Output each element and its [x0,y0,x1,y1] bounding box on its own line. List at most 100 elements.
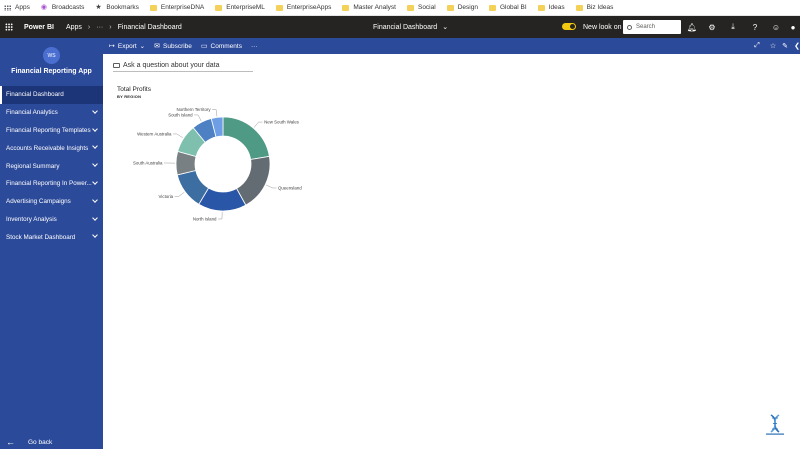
bookmark-label: EnterpriseApps [286,4,332,11]
folder-icon [342,4,350,11]
leader-line [174,192,185,197]
bookmark-label: Apps [15,4,30,11]
app-sidebar: WS Financial Reporting App Financial Das… [0,38,103,449]
sidebar-nav-item[interactable]: Financial Reporting Templates [0,122,103,140]
sidebar-nav-item[interactable]: Financial Dashboard [0,86,103,104]
folder-icon [488,4,496,11]
subscribe-button[interactable]: ✉ Subscribe [154,42,192,51]
download-icon[interactable]: ⤓ [726,16,740,38]
enterprise-dna-logo [766,414,784,435]
folder-icon [575,4,583,11]
bookmark-item[interactable]: Apps [4,4,30,11]
bookmark-label: Master Analyst [353,4,396,11]
export-icon: ↦ [109,43,115,50]
sidebar-nav-item[interactable]: Stock Market Dashboard [0,228,103,246]
sidebar-nav: Financial Dashboard Financial Analytics Fi… [0,86,103,246]
favorite-star-icon[interactable]: ☆ [767,38,779,54]
search-input[interactable]: Search [623,20,681,34]
feedback-icon[interactable]: ☺ [769,16,783,38]
slice-label: South Australia [133,161,163,166]
chevron-down-icon[interactable] [92,107,98,114]
help-icon[interactable]: ? [748,16,762,38]
leader-line [266,184,277,189]
chevron-down-icon[interactable] [92,125,98,132]
chevron-down-icon: ⌄ [442,24,449,31]
folder-icon [537,4,545,11]
export-button[interactable]: ↦ Export ⌄ [109,42,145,51]
expand-icon[interactable]: ⤢ [751,38,763,54]
bookmark-item[interactable]: ◉ Broadcasts [41,4,85,12]
edit-pencil-icon[interactable]: ✎ [779,38,791,54]
leader-line [253,121,263,128]
bookmark-label: Broadcasts [51,4,85,11]
app-name: Financial Reporting App [11,68,92,75]
bookmark-label: Global BI [499,4,527,11]
powerbi-header: Power BI Apps › ··· › Financial Dashboar… [0,16,800,38]
sidebar-nav-item[interactable]: Financial Analytics [0,104,103,122]
collapse-icon[interactable]: ❮ [791,38,800,54]
sidebar-nav-item[interactable]: Regional Summary [0,157,103,175]
donut-chart[interactable]: New South Wales Queensland North Island Vic… [103,54,800,449]
bookmark-item[interactable]: EnterpriseML [215,4,265,11]
chevron-down-icon[interactable] [92,143,98,150]
sidebar-nav-item[interactable]: Accounts Receivable Insights [0,139,103,157]
bookmark-label: Ideas [548,4,565,11]
bookmarks-bar: Apps ◉ Broadcasts ★ Bookmarks EnterpriseDNA En… [0,0,800,16]
go-back-button[interactable]: ← Go back [6,437,52,447]
donut-slice[interactable] [222,116,270,160]
star-icon: ★ [95,3,102,11]
bell-icon[interactable]: 🔔︎ [685,16,699,38]
chevron-right-icon: › [109,23,112,31]
go-back-label: Go back [28,438,53,446]
bookmark-item[interactable]: EnterpriseApps [275,4,332,11]
bookmark-item[interactable]: Social [406,4,436,11]
apps-grid-icon [4,4,11,11]
sidebar-nav-item[interactable]: Financial Reporting In Power... [0,175,103,193]
breadcrumb-current: Financial Dashboard [117,23,182,31]
sidebar-nav-label: Financial Reporting Templates [6,126,91,134]
bookmark-label: Design [457,4,478,11]
chevron-down-icon[interactable] [92,196,98,203]
sidebar-nav-label: Stock Market Dashboard [6,233,76,241]
chevron-down-icon[interactable] [92,214,98,221]
bookmark-item[interactable]: Biz Ideas [575,4,614,11]
new-look-label: New look on [583,23,622,31]
leader-line [172,133,183,138]
bookmark-label: EnterpriseDNA [160,4,205,11]
app-launcher-icon[interactable] [0,16,18,38]
bookmark-item[interactable]: Ideas [537,4,565,11]
sidebar-nav-label: Accounts Receivable Insights [6,144,89,152]
chevron-down-icon[interactable] [92,232,98,239]
bookmark-item[interactable]: Global BI [488,4,527,11]
brand-label[interactable]: Power BI [24,24,54,31]
sidebar-nav-label: Financial Dashboard [6,91,64,99]
sidebar-nav-item[interactable]: Advertising Campaigns [0,193,103,211]
chevron-right-icon: › [87,23,91,31]
bookmark-item[interactable]: EnterpriseDNA [149,4,205,11]
report-title-dropdown[interactable]: Financial Dashboard ⌄ [373,16,448,38]
bookmark-label: Biz Ideas [586,4,614,11]
comments-label: Comments [210,42,242,50]
more-options-button[interactable]: ··· [251,43,258,50]
breadcrumb-apps[interactable]: Apps [66,24,82,31]
bookmark-item[interactable]: Design [446,4,478,11]
account-icon[interactable]: ● [786,16,800,38]
comments-button[interactable]: ▭ Comments [201,42,242,51]
bookmark-label: Social [417,4,436,11]
folder-icon [446,4,454,11]
search-icon [627,24,632,30]
slice-label: Western Australia [137,131,172,136]
gear-icon[interactable]: ⚙ [705,16,719,38]
sidebar-nav-label: Financial Analytics [6,109,58,117]
new-look-toggle[interactable] [562,23,576,30]
bookmark-label: Bookmarks [106,4,139,11]
bookmark-item[interactable]: Master Analyst [342,4,396,11]
sidebar-nav-item[interactable]: Inventory Analysis [0,211,103,229]
chevron-down-icon[interactable] [92,161,98,168]
slice-label: New South Wales [264,120,300,125]
chevron-down-icon[interactable] [92,179,98,185]
slice-label: Queensland [278,185,302,190]
folder-icon [406,4,414,11]
bookmark-item[interactable]: ★ Bookmarks [95,3,139,12]
breadcrumb-more[interactable]: ··· [96,24,103,31]
